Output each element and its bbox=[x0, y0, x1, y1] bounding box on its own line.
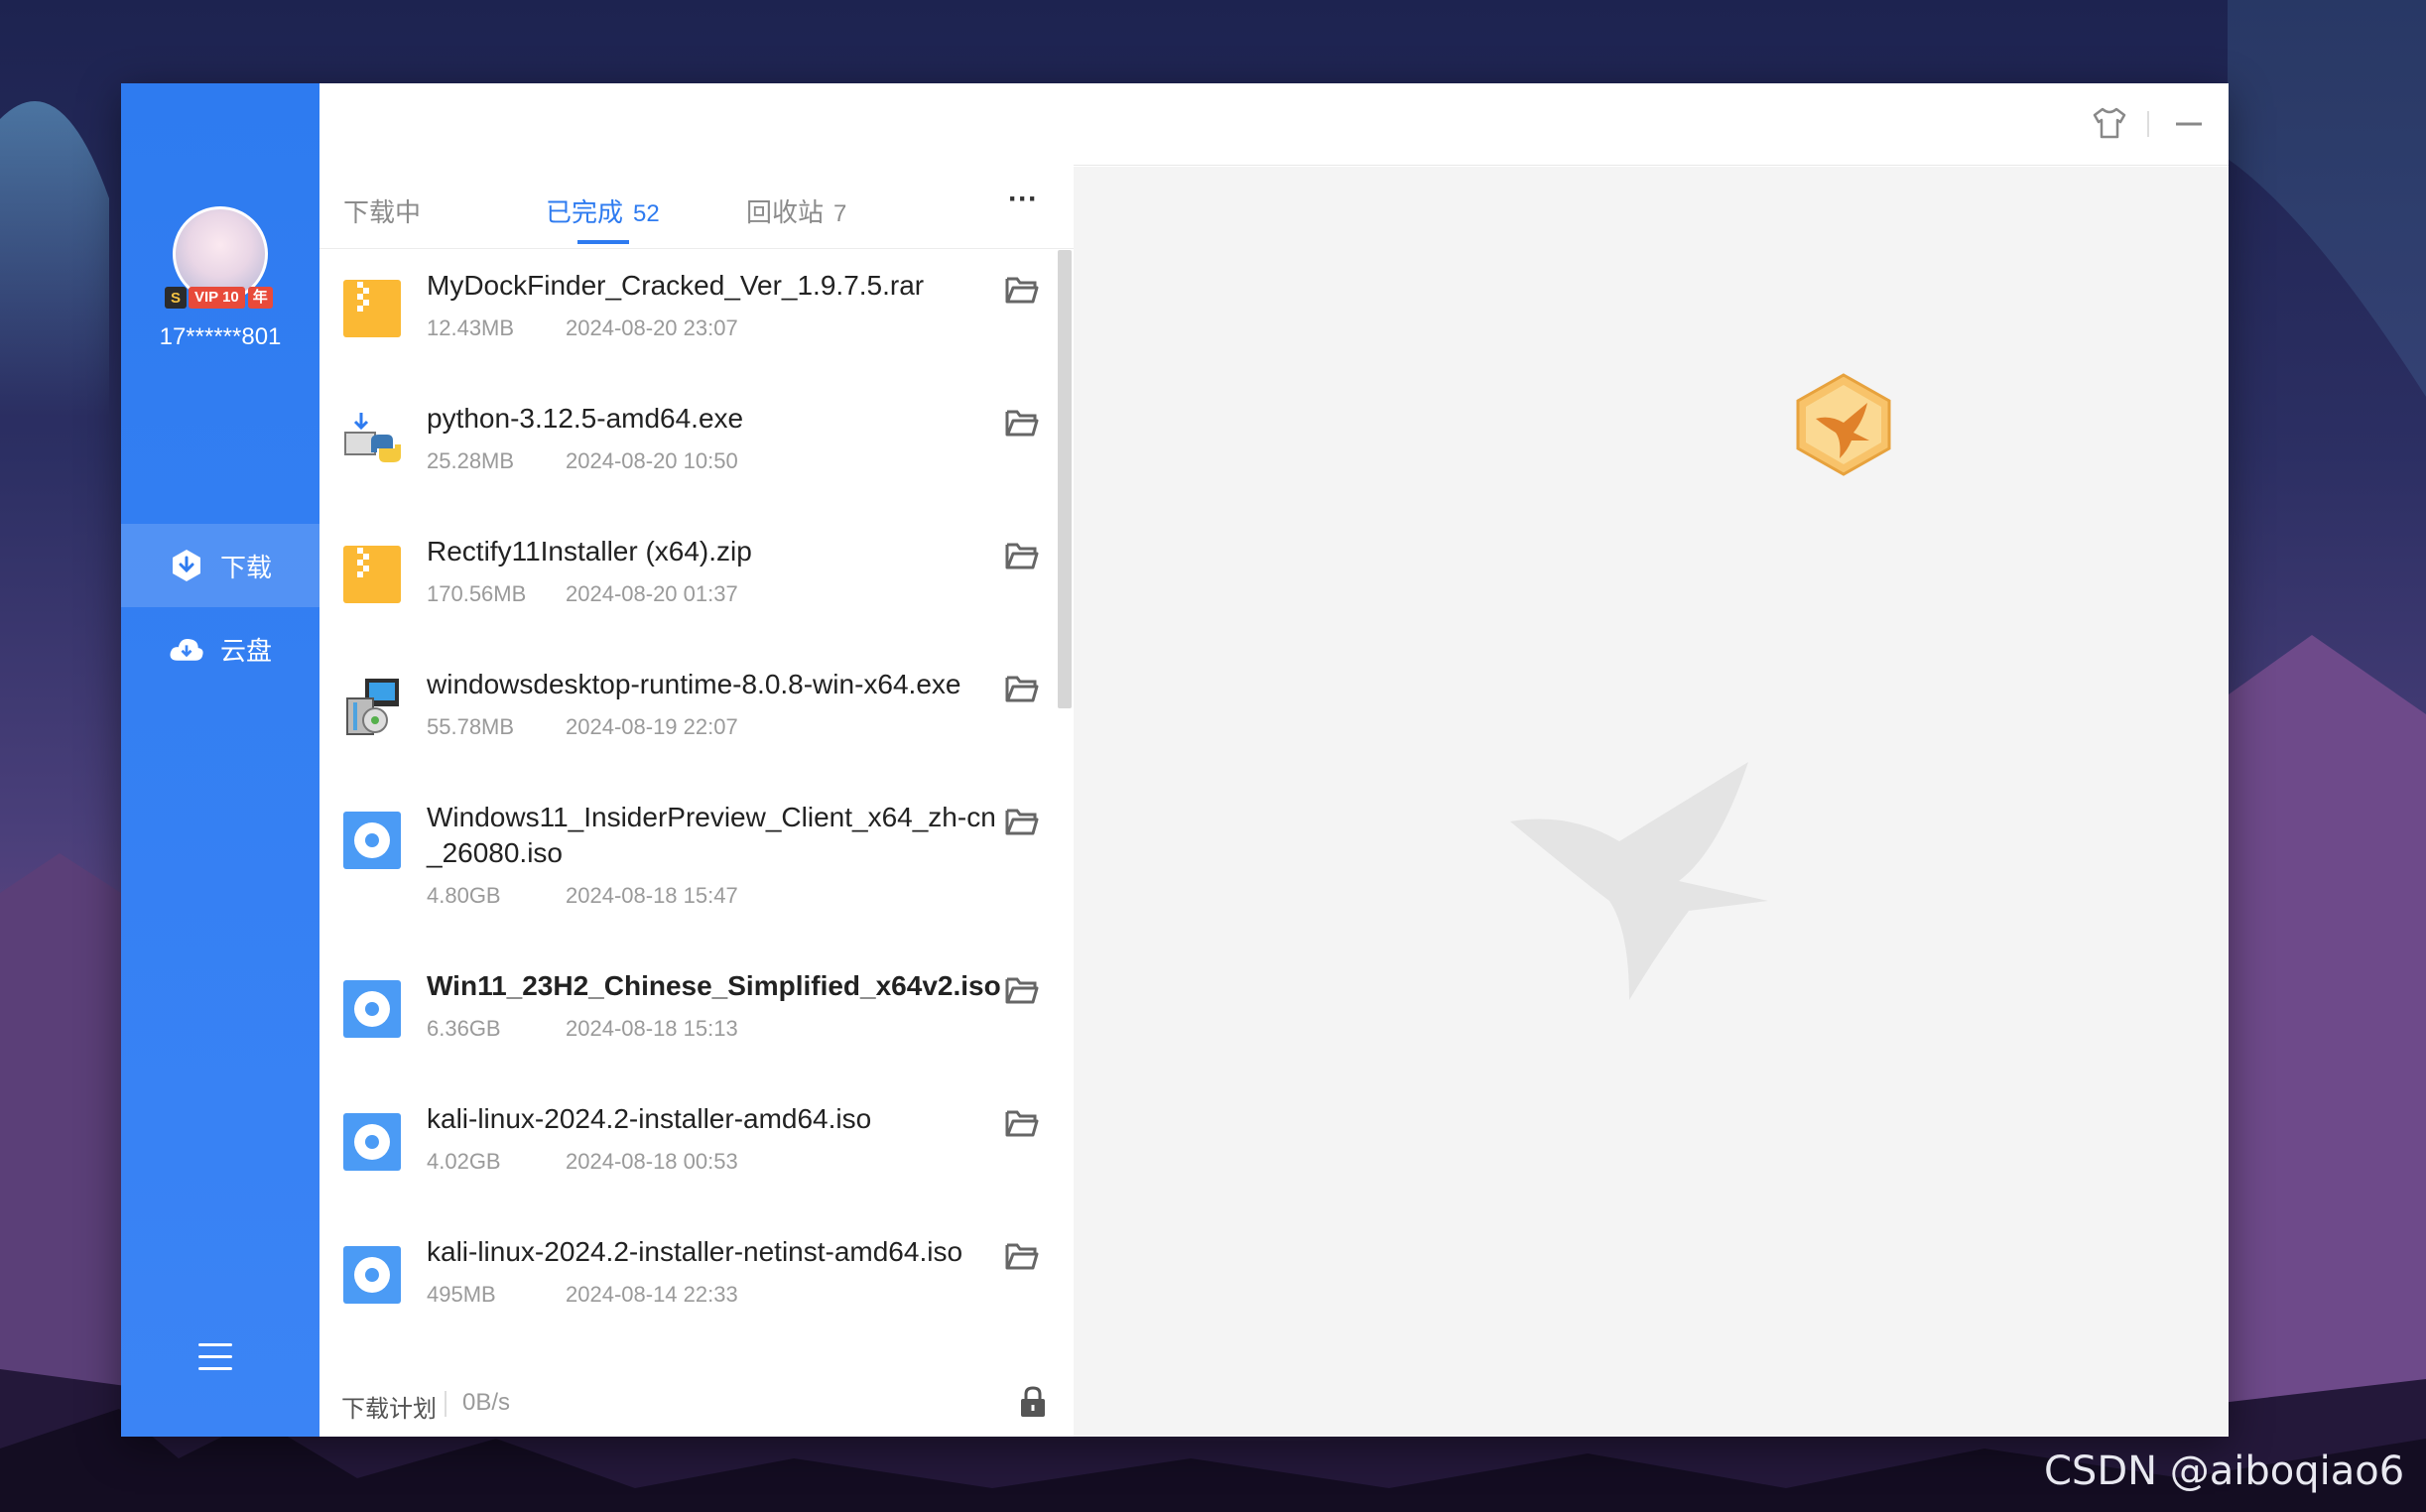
file-name: Rectify11Installer (x64).zip bbox=[427, 536, 752, 567]
csdn-watermark: CSDN @aiboqiao6 bbox=[2044, 1449, 2405, 1494]
sidebar-item-label: 下载 bbox=[219, 552, 272, 582]
file-date: 2024-08-18 00:53 bbox=[566, 1149, 738, 1174]
xunlei-window: S VIP 10 年 17******801 下载 云盘 + 新建 bbox=[121, 83, 2229, 1437]
file-size: 6.36GB bbox=[427, 1016, 501, 1041]
sidebar-item-download[interactable]: 下载 bbox=[121, 524, 319, 607]
divider bbox=[445, 1391, 447, 1417]
file-meta: 55.78MB 2024-08-19 22:07 bbox=[427, 714, 738, 740]
tab-count: 52 bbox=[633, 200, 660, 227]
disc-image-icon bbox=[343, 980, 401, 1038]
file-date: 2024-08-20 23:07 bbox=[566, 315, 738, 340]
file-size: 170.56MB bbox=[427, 581, 527, 606]
file-size: 25.28MB bbox=[427, 448, 515, 473]
vip-label: VIP 10 bbox=[189, 287, 245, 309]
open-folder-icon[interactable] bbox=[1004, 1238, 1040, 1274]
file-date: 2024-08-18 15:13 bbox=[566, 1016, 738, 1041]
vip-s-icon: S bbox=[165, 287, 187, 309]
open-folder-icon[interactable] bbox=[1004, 538, 1040, 573]
file-size: 12.43MB bbox=[427, 315, 515, 340]
python-installer-icon bbox=[344, 413, 401, 462]
status-bar: 下载计划 0B/s bbox=[319, 1369, 1074, 1437]
disc-image-icon bbox=[343, 812, 401, 869]
disc-image-icon bbox=[343, 1246, 401, 1304]
file-date: 2024-08-18 15:47 bbox=[566, 883, 738, 908]
file-size: 4.02GB bbox=[427, 1149, 501, 1174]
scrollbar[interactable] bbox=[1058, 250, 1072, 708]
lock-icon[interactable] bbox=[1018, 1385, 1048, 1419]
file-name: python-3.12.5-amd64.exe bbox=[427, 403, 744, 434]
detail-pane bbox=[1074, 167, 2229, 1437]
tab-label: 下载中 bbox=[343, 197, 422, 227]
maximize-icon[interactable] bbox=[2227, 101, 2229, 145]
sidebar-item-cloud[interactable]: 云盘 bbox=[121, 607, 319, 691]
file-size: 495MB bbox=[427, 1282, 496, 1307]
vip-year-label: 年 bbox=[247, 287, 273, 309]
file-date: 2024-08-14 22:33 bbox=[566, 1282, 738, 1307]
download-plan-button[interactable]: 下载计划 bbox=[341, 1389, 437, 1424]
installer-icon bbox=[346, 679, 399, 735]
xunlei-watermark-icon bbox=[1510, 762, 1768, 1000]
skin-icon[interactable] bbox=[2088, 101, 2131, 145]
file-meta: 25.28MB 2024-08-20 10:50 bbox=[427, 448, 738, 474]
archive-file-icon bbox=[343, 546, 401, 603]
file-name: kali-linux-2024.2-installer-netinst-amd6… bbox=[427, 1236, 963, 1267]
tab-downloading[interactable]: 下载中 bbox=[343, 192, 421, 229]
list-item[interactable]: Rectify11Installer (x64).zip 170.56MB 202… bbox=[319, 514, 1054, 647]
tab-label: 已完成 bbox=[546, 197, 624, 227]
file-meta: 12.43MB 2024-08-20 23:07 bbox=[427, 315, 738, 341]
minimize-icon[interactable] bbox=[2167, 101, 2211, 145]
open-folder-icon[interactable] bbox=[1004, 405, 1040, 441]
sidebar: S VIP 10 年 17******801 下载 云盘 bbox=[121, 83, 319, 1437]
download-icon bbox=[169, 548, 204, 583]
list-item[interactable]: kali-linux-2024.2-installer-amd64.iso 4.… bbox=[319, 1081, 1054, 1214]
open-folder-icon[interactable] bbox=[1004, 671, 1040, 706]
file-meta: 495MB 2024-08-14 22:33 bbox=[427, 1282, 738, 1308]
open-folder-icon[interactable] bbox=[1004, 1105, 1040, 1141]
username[interactable]: 17******801 bbox=[121, 323, 319, 351]
file-date: 2024-08-20 01:37 bbox=[566, 581, 738, 606]
xunlei-logo-icon[interactable] bbox=[1792, 371, 1895, 478]
cloud-icon bbox=[169, 631, 204, 667]
file-size: 55.78MB bbox=[427, 714, 515, 739]
file-meta: 4.02GB 2024-08-18 00:53 bbox=[427, 1149, 738, 1175]
file-name: kali-linux-2024.2-installer-amd64.iso bbox=[427, 1103, 872, 1134]
more-options-button[interactable]: ··· bbox=[1008, 183, 1038, 216]
file-name: windowsdesktop-runtime-8.0.8-win-x64.exe bbox=[427, 669, 961, 699]
open-folder-icon[interactable] bbox=[1004, 972, 1040, 1008]
vip-badge[interactable]: S VIP 10 年 bbox=[165, 286, 273, 310]
list-item[interactable]: Windows11_InsiderPreview_Client_x64_zh-c… bbox=[319, 780, 1054, 948]
file-meta: 4.80GB 2024-08-18 15:47 bbox=[427, 883, 738, 909]
list-item[interactable]: kali-linux-2024.2-installer-netinst-amd6… bbox=[319, 1214, 1054, 1347]
list-item[interactable]: MyDockFinder_Cracked_Ver_1.9.7.5.rar 12.… bbox=[319, 248, 1054, 381]
disc-image-icon bbox=[343, 1113, 401, 1171]
tab-completed[interactable]: 已完成 52 bbox=[546, 192, 660, 229]
download-list: MyDockFinder_Cracked_Ver_1.9.7.5.rar 12.… bbox=[319, 248, 1054, 1369]
download-speed: 0B/s bbox=[462, 1389, 511, 1416]
divider bbox=[2147, 111, 2149, 137]
archive-file-icon bbox=[343, 280, 401, 337]
file-size: 4.80GB bbox=[427, 883, 501, 908]
open-folder-icon[interactable] bbox=[1004, 272, 1040, 308]
tab-recycle-bin[interactable]: 回收站 7 bbox=[746, 192, 846, 229]
file-meta: 170.56MB 2024-08-20 01:37 bbox=[427, 581, 738, 607]
file-name: MyDockFinder_Cracked_Ver_1.9.7.5.rar bbox=[427, 270, 925, 301]
file-meta: 6.36GB 2024-08-18 15:13 bbox=[427, 1016, 738, 1042]
open-folder-icon[interactable] bbox=[1004, 804, 1040, 839]
file-date: 2024-08-20 10:50 bbox=[566, 448, 738, 473]
sidebar-item-label: 云盘 bbox=[219, 635, 272, 666]
tab-count: 7 bbox=[833, 200, 847, 227]
list-item[interactable]: python-3.12.5-amd64.exe 25.28MB 2024-08-2… bbox=[319, 381, 1054, 514]
file-name: Win11_23H2_Chinese_Simplified_x64v2.iso bbox=[427, 970, 1001, 1001]
file-name: Windows11_InsiderPreview_Client_x64_zh-c… bbox=[427, 802, 996, 868]
list-item[interactable]: windowsdesktop-runtime-8.0.8-win-x64.exe… bbox=[319, 647, 1054, 780]
active-tab-indicator bbox=[577, 240, 629, 244]
menu-icon[interactable] bbox=[198, 1343, 232, 1373]
tab-label: 回收站 bbox=[746, 197, 825, 227]
file-date: 2024-08-19 22:07 bbox=[566, 714, 738, 739]
list-item[interactable]: Win11_23H2_Chinese_Simplified_x64v2.iso … bbox=[319, 948, 1054, 1081]
